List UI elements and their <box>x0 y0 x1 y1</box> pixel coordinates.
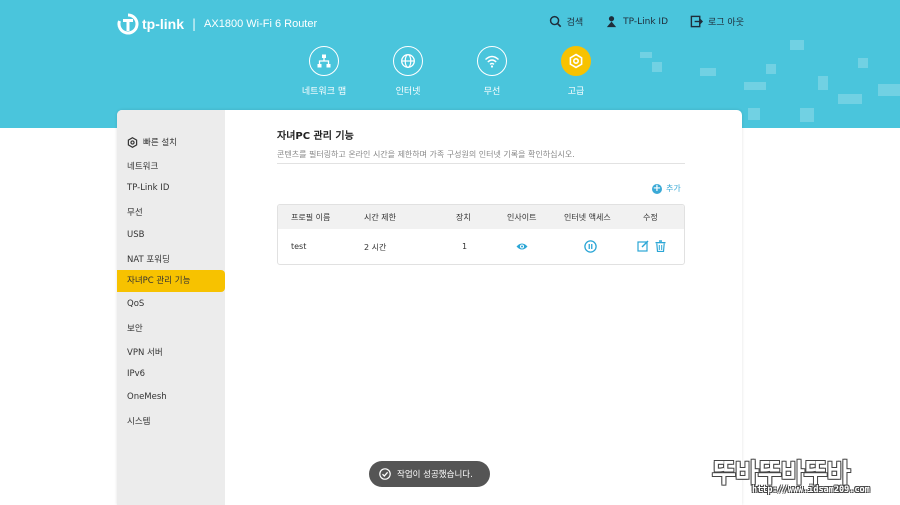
sidebar-item-system[interactable]: 시스템 <box>127 415 150 427</box>
trash-icon[interactable] <box>655 240 666 252</box>
col-header-insights: 인사이트 <box>507 213 537 222</box>
watermark: 뚜바뚜바뚜바 http://www.idsam209.com <box>712 453 892 501</box>
col-header-edit: 수정 <box>643 213 658 222</box>
search-label: 검색 <box>566 18 584 28</box>
cell-profile-name: test <box>291 242 307 251</box>
sidebar-item-qos[interactable]: QoS <box>127 299 144 309</box>
search-icon <box>549 15 561 28</box>
quick-setup-gear-icon <box>127 136 138 148</box>
edit-icon[interactable] <box>637 240 649 252</box>
logout-label: 로그 아웃 <box>708 18 744 28</box>
nav-advanced[interactable]: 고급 <box>534 46 618 97</box>
top-links: 검색 TP-Link ID 로그 아웃 <box>549 15 744 28</box>
sidebar-item-security[interactable]: 보안 <box>127 322 143 334</box>
sidebar: 빠른 설치 네트워크 TP-Link ID 무선 USB NAT 포워딩 자녀P… <box>117 110 225 505</box>
sidebar-item-parental-controls[interactable]: 자녀PC 관리 기능 <box>117 270 225 292</box>
cell-devices: 1 <box>462 242 468 251</box>
wifi-icon <box>477 46 507 76</box>
tplink-id-label: TP-Link ID <box>623 16 669 27</box>
content-area: 자녀PC 관리 기능 콘텐츠를 필터링하고 온라인 시간을 제한하며 가족 구성… <box>225 110 742 505</box>
sidebar-item-tplink-id[interactable]: TP-Link ID <box>127 183 169 193</box>
search-link[interactable]: 검색 <box>549 15 584 28</box>
profiles-table: 프로필 이름 시간 제한 장치 인사이트 인터넷 액세스 수정 test 2 시… <box>277 204 685 265</box>
cell-time-limit: 2 시간 <box>364 243 387 252</box>
globe-icon <box>393 46 423 76</box>
decor-pixel <box>652 62 662 72</box>
check-circle-icon <box>379 468 391 480</box>
logout-link[interactable]: 로그 아웃 <box>690 15 744 28</box>
decor-pixel <box>800 108 814 122</box>
page-description: 콘텐츠를 필터링하고 온라인 시간을 제한하며 가족 구성원의 인터넷 기록을 … <box>277 150 575 159</box>
sidebar-item-nat-forwarding[interactable]: NAT 포워딩 <box>127 253 170 265</box>
logout-icon <box>690 15 704 28</box>
decor-pixel <box>744 82 766 90</box>
main-panel: 빠른 설치 네트워크 TP-Link ID 무선 USB NAT 포워딩 자녀P… <box>117 110 742 505</box>
gear-icon <box>561 46 591 76</box>
decor-pixel <box>858 58 868 68</box>
header-banner: tp-link | AX1800 Wi-Fi 6 Router 검색 TP-Li… <box>0 0 900 128</box>
nav-internet[interactable]: 인터넷 <box>366 46 450 97</box>
tplink-id-link[interactable]: TP-Link ID <box>605 15 668 28</box>
nav-label: 네트워크 맵 <box>301 87 347 97</box>
decor-pixel <box>640 52 652 58</box>
add-button[interactable]: + 추가 <box>652 183 681 194</box>
sidebar-item-wireless[interactable]: 무선 <box>127 206 143 218</box>
user-id-icon <box>607 16 617 28</box>
decor-pixel <box>766 64 776 74</box>
router-model: AX1800 Wi-Fi 6 Router <box>204 18 318 30</box>
sidebar-item-ipv6[interactable]: IPv6 <box>127 369 145 379</box>
sidebar-item-onemesh[interactable]: OneMesh <box>127 392 167 402</box>
network-map-icon <box>309 46 339 76</box>
success-toast: 작업이 성공했습니다. <box>369 461 490 487</box>
toast-message: 작업이 성공했습니다. <box>397 470 473 480</box>
watermark-url: http://www.idsam209.com <box>752 485 870 495</box>
plus-icon: + <box>652 182 662 194</box>
sidebar-item-vpn-server[interactable]: VPN 서버 <box>127 346 163 358</box>
main-nav: 네트워크 맵 인터넷 무선 고급 <box>282 46 618 97</box>
logo-separator: | <box>192 17 197 31</box>
sidebar-item-label: 빠른 설치 <box>143 138 177 148</box>
add-label: 추가 <box>666 184 681 193</box>
tp-link-logo-icon <box>117 13 139 35</box>
col-header-internet-access: 인터넷 액세스 <box>564 213 611 222</box>
col-header-devices: 장치 <box>456 213 471 222</box>
decor-pixel <box>700 68 716 76</box>
pause-icon[interactable] <box>584 240 597 253</box>
brand-logo: tp-link | AX1800 Wi-Fi 6 Router <box>117 13 317 35</box>
sidebar-item-quick-setup[interactable]: 빠른 설치 <box>127 136 177 148</box>
decor-pixel <box>818 76 828 90</box>
nav-wireless[interactable]: 무선 <box>450 46 534 97</box>
divider <box>277 163 685 164</box>
nav-label: 무선 <box>483 87 501 97</box>
decor-pixel <box>878 84 900 96</box>
sidebar-item-usb[interactable]: USB <box>127 230 144 240</box>
sidebar-item-network[interactable]: 네트워크 <box>127 160 158 172</box>
decor-pixel <box>790 40 804 50</box>
nav-network-map[interactable]: 네트워크 맵 <box>282 46 366 97</box>
eye-icon[interactable] <box>516 242 528 251</box>
decor-pixel <box>838 94 862 104</box>
nav-label: 고급 <box>567 87 585 97</box>
col-header-time-limit: 시간 제한 <box>364 213 396 222</box>
table-header: 프로필 이름 시간 제한 장치 인사이트 인터넷 액세스 수정 <box>278 205 684 229</box>
page-title: 자녀PC 관리 기능 <box>277 131 354 142</box>
logo-text: tp-link <box>142 16 184 32</box>
decor-pixel <box>748 108 760 120</box>
nav-label: 인터넷 <box>395 87 421 97</box>
col-header-profile: 프로필 이름 <box>291 213 331 222</box>
